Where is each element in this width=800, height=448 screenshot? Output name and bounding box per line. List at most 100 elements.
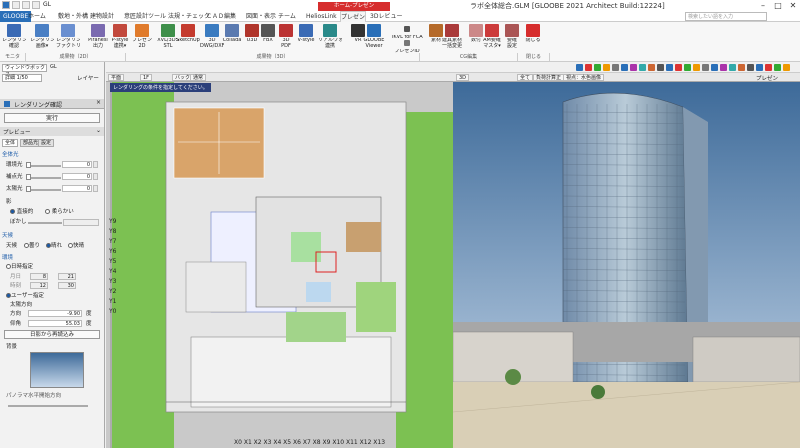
app-icon[interactable] <box>2 1 10 9</box>
background-preview[interactable] <box>30 352 84 388</box>
date-field-1a[interactable]: 12 <box>30 282 48 289</box>
date-field-0a[interactable]: 8 <box>30 273 48 280</box>
tab-3d[interactable]: 3D <box>456 74 470 81</box>
reload-shadow-button[interactable]: 日影から再読込み <box>4 330 100 339</box>
spinner-2[interactable] <box>93 185 98 192</box>
slider-value-1[interactable]: 0 <box>62 173 92 180</box>
window-box-dropdown[interactable]: ウィンドウボックス <box>2 64 47 78</box>
date-field-0b[interactable]: 21 <box>58 273 76 280</box>
ribbon-button-16[interactable]: GLOOBE Viewer <box>362 24 386 52</box>
ribbon-button-3[interactable]: Piranesi 出力 <box>86 24 110 52</box>
toolbar-icon-13[interactable] <box>693 64 700 71</box>
env-user[interactable]: ユーザー指定 <box>6 292 44 300</box>
env-datetime[interactable]: 日時指定 <box>6 263 33 271</box>
altitude-field[interactable]: 55.03 <box>28 320 82 327</box>
chevron-down-icon[interactable]: ⌄ <box>96 127 101 134</box>
toolbar-icon-17[interactable] <box>729 64 736 71</box>
toolbar-icon-15[interactable] <box>711 64 718 71</box>
ribbon-button-2[interactable]: レンダリング ファクトリー▾ <box>56 24 80 52</box>
toolbar-icon-8[interactable] <box>648 64 655 71</box>
slider-track-2[interactable] <box>31 189 61 191</box>
maximize-icon[interactable]: □ <box>770 0 786 11</box>
view3d-button-1[interactable]: 負荷計算正 <box>533 74 565 81</box>
view3d-button-2[interactable]: 視点：水色画像 <box>563 74 605 81</box>
toolbar-icon-3[interactable] <box>603 64 610 71</box>
slider-track-1[interactable] <box>31 177 61 179</box>
toolbar-icon-18[interactable] <box>738 64 745 71</box>
ribbon-button-5[interactable]: プレゼン 2D <box>130 24 154 52</box>
toolbar-icon-16[interactable] <box>720 64 727 71</box>
toolbar-icon-11[interactable] <box>675 64 682 71</box>
blur-value[interactable] <box>63 219 99 226</box>
toolbar-icon-9[interactable] <box>657 64 664 71</box>
run-button[interactable]: 実行 <box>4 113 100 123</box>
azimuth-field[interactable]: -9.90 <box>28 310 82 317</box>
toolbar-icon-19[interactable] <box>747 64 754 71</box>
tab-0[interactable]: ホーム <box>28 11 46 22</box>
ribbon-button-18[interactable]: プレゼンID <box>392 40 422 53</box>
tab-globe[interactable]: GLOOBE <box>0 11 32 22</box>
ribbon-button-20[interactable]: 建具素材 一括変更 <box>440 24 464 52</box>
sky-option-0[interactable]: 曇り <box>24 242 40 250</box>
toolbar-icon-10[interactable] <box>666 64 673 71</box>
floor-selector[interactable]: 1F <box>140 74 153 81</box>
toolbar-icon-1[interactable] <box>585 64 592 71</box>
slider-value-0[interactable]: 0 <box>62 161 92 168</box>
plan-view[interactable]: レンダリングの条件を指定してください。 Y9 Y8 Y7 Y6 Y5 Y4 Y3 Y2 Y1 Y0… <box>106 82 453 448</box>
3d-rendering-view[interactable] <box>453 82 800 448</box>
blur-slider[interactable] <box>28 222 62 224</box>
close-window-icon[interactable]: ✕ <box>785 0 800 11</box>
toolbar-icon-20[interactable] <box>756 64 763 71</box>
tab-plan[interactable]: 平面 <box>108 74 125 81</box>
tab-10[interactable]: 3Dレビュー <box>370 11 402 22</box>
save-icon[interactable] <box>12 1 20 9</box>
detail-dropdown[interactable]: 詳細 1/50 <box>2 74 42 82</box>
shadow-option-0[interactable]: 直接的 <box>10 208 33 216</box>
horizon-slider[interactable] <box>8 405 88 407</box>
tab-3[interactable]: 意匠設計ツール <box>124 11 166 22</box>
tab-8[interactable]: HeliosLink <box>306 11 337 22</box>
toolbar-icon-4[interactable] <box>612 64 619 71</box>
ribbon-button-17[interactable]: iKVL for FCA <box>392 26 423 39</box>
toolbar-icon-12[interactable] <box>684 64 691 71</box>
ribbon-button-24[interactable]: 閉じる <box>521 24 545 52</box>
toolbar-icon-5[interactable] <box>621 64 628 71</box>
redo-icon[interactable] <box>32 1 40 9</box>
ribbon-button-0[interactable]: レンダリング 確認 <box>2 24 26 52</box>
undo-icon[interactable] <box>22 1 30 9</box>
toolbar-icon-22[interactable] <box>774 64 781 71</box>
date-field-1b[interactable]: 30 <box>58 282 76 289</box>
toolbar-icon-14[interactable] <box>702 64 709 71</box>
toolbar-icon-6[interactable] <box>630 64 637 71</box>
ribbon-button-13[interactable]: V-style <box>294 24 318 52</box>
sky-option-2[interactable]: 快晴 <box>68 242 84 250</box>
tab-5[interactable]: ＣＡＤ編集 <box>206 11 236 22</box>
toolbar-icon-23[interactable] <box>783 64 790 71</box>
search-input[interactable]: 検索したい語を入力 <box>685 12 767 21</box>
slider-track-0[interactable] <box>31 165 61 167</box>
layer-button[interactable]: レイヤー <box>77 74 99 82</box>
presen-button[interactable]: プレゼン <box>756 74 778 82</box>
toolbar-icon-0[interactable] <box>576 64 583 71</box>
subtab-2[interactable]: 設定 <box>38 139 55 147</box>
shadow-option-1[interactable]: 柔らかい <box>45 208 74 216</box>
spinner-0[interactable] <box>93 161 98 168</box>
normal-mode[interactable]: 通常 <box>190 74 207 81</box>
tab-4[interactable]: 法規・チェック <box>168 11 210 22</box>
slider-value-2[interactable]: 0 <box>62 185 92 192</box>
spinner-1[interactable] <box>93 173 98 180</box>
tab-9[interactable]: プレゼン <box>340 11 367 22</box>
tab-2[interactable]: 建物設計 <box>90 11 114 22</box>
ribbon-button-4[interactable]: P-style 連携▾ <box>108 24 132 52</box>
sky-option-1[interactable]: 晴れ <box>46 242 62 250</box>
tab-1[interactable]: 敷地・外構 <box>58 11 88 22</box>
toolbar-icon-2[interactable] <box>594 64 601 71</box>
minimize-icon[interactable]: – <box>755 0 771 11</box>
toolbar-icon-21[interactable] <box>765 64 772 71</box>
ribbon-button-7[interactable]: SketchUp <box>176 24 200 52</box>
subtab-0[interactable]: 全体 <box>2 139 19 147</box>
tab-6[interactable]: 図面・表示 <box>246 11 276 22</box>
toolbar-icon-7[interactable] <box>639 64 646 71</box>
ribbon-button-1[interactable]: レンダリング 画像▾ <box>30 24 54 52</box>
view3d-button-0[interactable]: 全て <box>517 74 534 81</box>
